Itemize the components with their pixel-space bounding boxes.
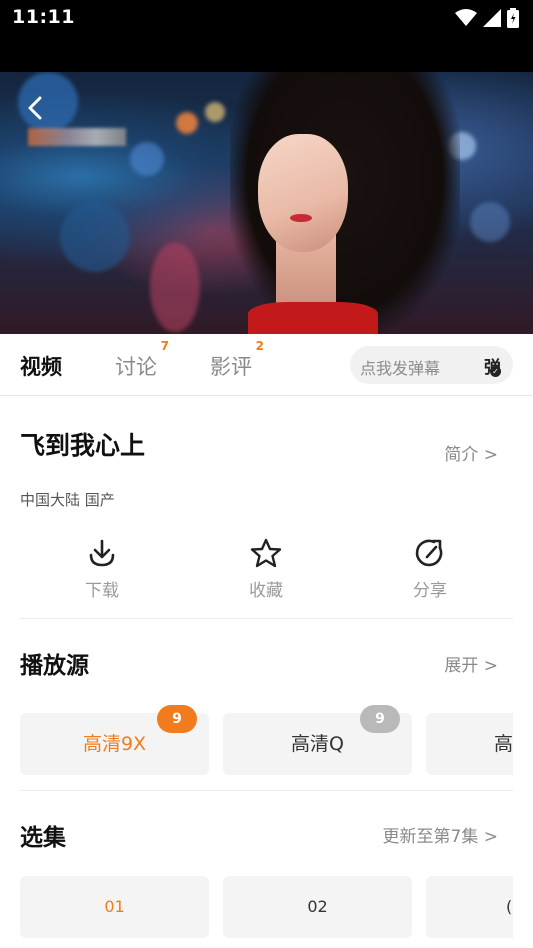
show-title: 飞到我心上 — [20, 431, 146, 460]
status-time: 11:11 — [12, 6, 75, 28]
danmu-placeholder: 点我发弹幕 — [360, 359, 441, 378]
source-chip[interactable]: 高 — [426, 713, 513, 775]
download-button[interactable]: 下载 — [62, 538, 142, 610]
share-icon — [415, 539, 443, 567]
tab-count-badge: 7 — [160, 339, 169, 353]
episode-chip[interactable]: ( — [426, 876, 513, 938]
episode-list: 01 02 ( — [20, 876, 513, 940]
download-label: 下载 — [85, 581, 119, 601]
source-label: 高清9X — [82, 733, 147, 755]
episode-label: 01 — [104, 897, 125, 916]
tab-label: 讨论 — [115, 355, 157, 379]
episode-chip[interactable]: 02 — [223, 876, 412, 938]
danmu-input[interactable]: 点我发弹幕 弹 ✓ — [350, 346, 513, 384]
video-player[interactable] — [0, 36, 533, 334]
source-list: 高清9X 高清Q 高 — [20, 713, 513, 777]
show-meta: 中国大陆 国产 — [20, 491, 115, 509]
tab-label: 视频 — [20, 355, 62, 379]
share-label: 分享 — [413, 581, 447, 601]
episode-chip[interactable]: 01 — [20, 876, 209, 938]
video-frame — [0, 72, 533, 334]
divider — [20, 790, 513, 791]
share-button[interactable]: 分享 — [390, 538, 470, 610]
sources-title: 播放源 — [20, 653, 89, 679]
favorite-button[interactable]: 收藏 — [226, 538, 306, 610]
tab-label: 影评 — [210, 355, 252, 379]
intro-link[interactable]: 简介 > — [444, 440, 498, 465]
status-icons — [455, 7, 519, 29]
tab-video[interactable]: 视频 — [20, 351, 62, 381]
tab-bar: 视频 讨论 7 影评 2 点我发弹幕 弹 ✓ — [0, 334, 533, 396]
source-label: 高清Q — [291, 733, 344, 755]
wifi-icon — [455, 9, 477, 26]
signal-icon — [483, 9, 501, 27]
source-count-badge: 9 — [360, 705, 400, 733]
video-title-blurred — [28, 128, 126, 146]
source-count-badge: 9 — [157, 705, 197, 733]
episode-label: ( — [506, 897, 513, 916]
back-icon[interactable] — [22, 94, 50, 122]
episode-label: 02 — [307, 897, 328, 916]
favorite-label: 收藏 — [249, 581, 283, 601]
star-icon — [250, 538, 282, 568]
sources-expand-link[interactable]: 展开 > — [444, 651, 498, 676]
status-bar: 11:11 — [0, 0, 533, 36]
episodes-update-link[interactable]: 更新至第7集 > — [383, 822, 498, 847]
battery-icon — [507, 8, 519, 28]
episodes-title: 选集 — [20, 825, 66, 851]
tab-discussion[interactable]: 讨论 7 — [115, 339, 169, 381]
check-icon: ✓ — [490, 366, 501, 377]
source-label: 高 — [494, 733, 513, 755]
divider — [20, 618, 513, 619]
download-icon — [89, 539, 115, 567]
tab-count-badge: 2 — [255, 339, 264, 353]
tab-reviews[interactable]: 影评 2 — [210, 339, 264, 381]
